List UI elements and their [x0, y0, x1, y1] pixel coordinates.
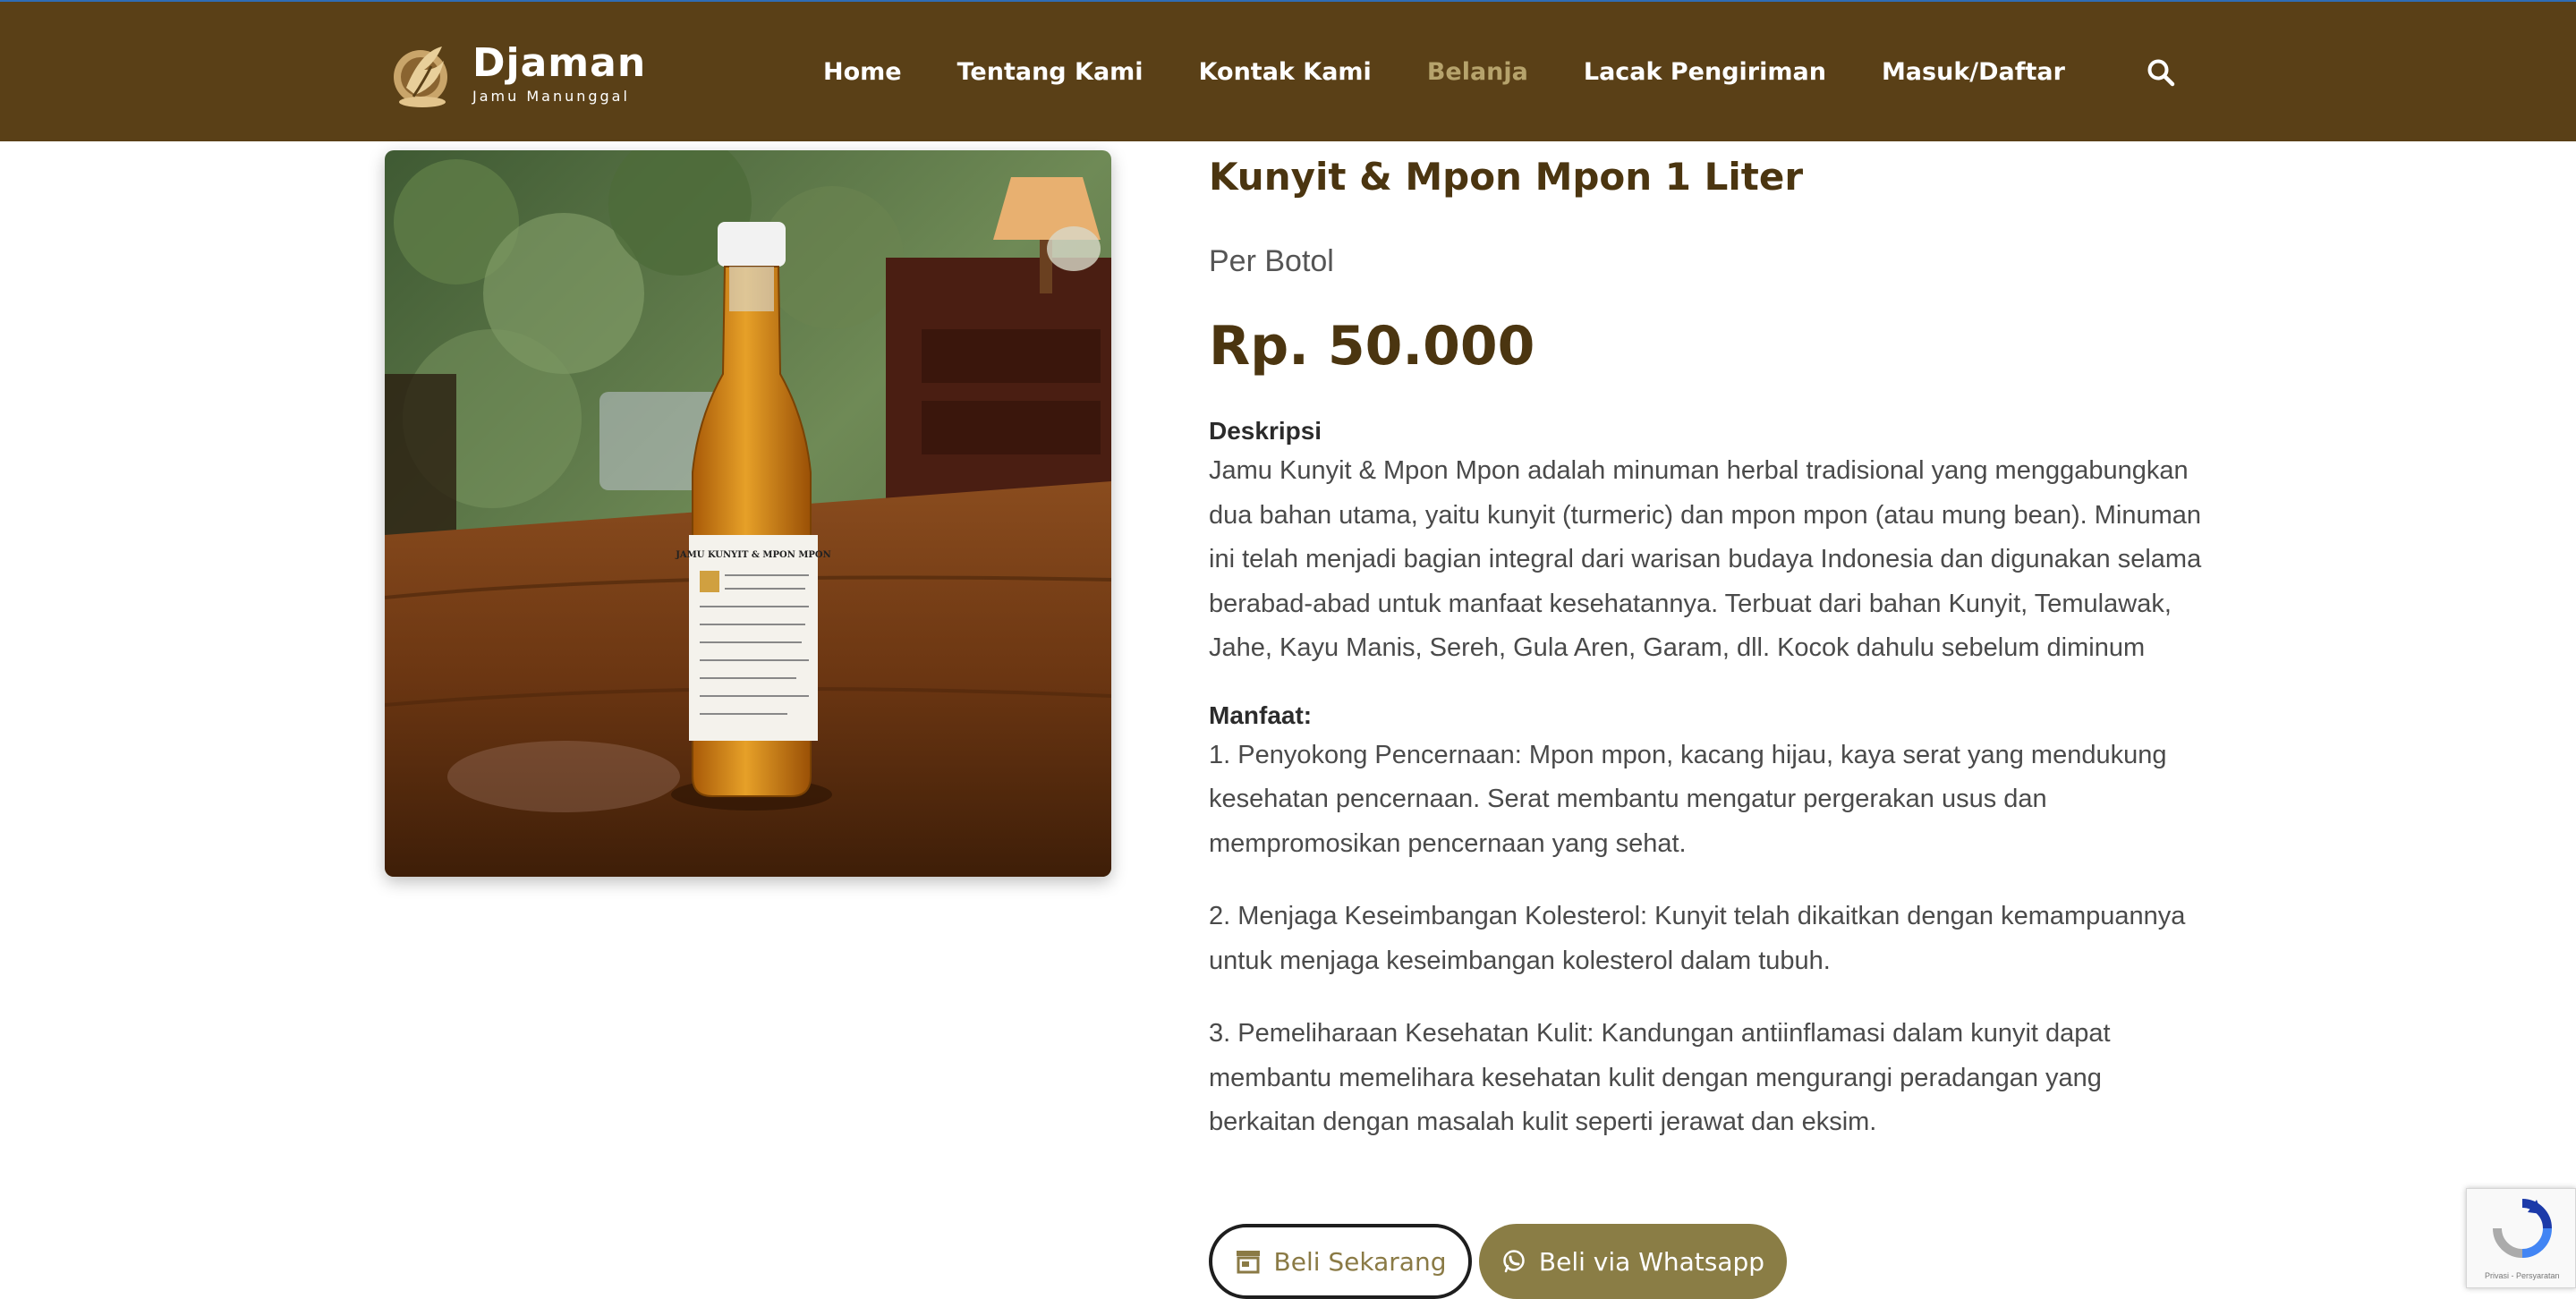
- brand-name: Djaman: [472, 39, 647, 86]
- nav-kontak-kami[interactable]: Kontak Kami: [1199, 50, 1372, 95]
- search-icon[interactable]: [2146, 57, 2176, 88]
- product-photo: JAMU KUNYIT & MPON MPON: [385, 150, 1111, 877]
- benefits-heading: Manfaat:: [1209, 700, 1313, 729]
- nav-lacak-pengiriman[interactable]: Lacak Pengiriman: [1584, 50, 1826, 95]
- product-image[interactable]: JAMU KUNYIT & MPON MPON: [385, 150, 1111, 877]
- benefit-item: 1. Penyokong Pencernaan: Mpon mpon, kaca…: [1209, 740, 2167, 858]
- buy-now-button[interactable]: Beli Sekarang: [1209, 1224, 1472, 1299]
- store-icon: [1236, 1251, 1260, 1274]
- buy-whatsapp-label: Beli via Whatsapp: [1538, 1246, 1765, 1277]
- product-info: Kunyit & Mpon Mpon 1 Liter Per Botol Rp.…: [1209, 152, 2202, 1145]
- main-nav: Home Tentang Kami Kontak Kami Belanja La…: [823, 50, 2121, 95]
- recaptcha-icon: [2493, 1199, 2552, 1258]
- recaptcha-badge[interactable]: Privasi - Persyaratan: [2466, 1188, 2576, 1288]
- nav-masuk-daftar[interactable]: Masuk/Daftar: [1882, 50, 2065, 95]
- product-title: Kunyit & Mpon Mpon 1 Liter: [1209, 155, 1804, 199]
- brand-logo[interactable]: Djaman Jamu Manunggal: [388, 34, 646, 111]
- site-header: Djaman Jamu Manunggal Home Tentang Kami …: [0, 0, 2576, 141]
- product-unit: Per Botol: [1209, 244, 1334, 278]
- buy-whatsapp-button[interactable]: Beli via Whatsapp: [1479, 1224, 1787, 1299]
- bottle-label-text: JAMU KUNYIT & MPON MPON: [675, 550, 831, 560]
- product-description: Jamu Kunyit & Mpon Mpon adalah minuman h…: [1209, 456, 2202, 662]
- buy-now-label: Beli Sekarang: [1273, 1246, 1447, 1277]
- product-price: Rp. 50.000: [1209, 315, 1535, 378]
- description-heading: Deskripsi: [1209, 417, 1322, 445]
- nav-belanja[interactable]: Belanja: [1427, 50, 1528, 95]
- brand-tagline: Jamu Manunggal: [472, 87, 630, 105]
- benefit-item: 2. Menjaga Keseimbangan Kolesterol: Kuny…: [1209, 902, 2186, 975]
- benefit-item: 3. Pemeliharaan Kesehatan Kulit: Kandung…: [1209, 1019, 2111, 1136]
- nav-tentang-kami[interactable]: Tentang Kami: [957, 50, 1143, 95]
- recaptcha-footer[interactable]: Privasi - Persyaratan: [2485, 1271, 2560, 1280]
- purchase-actions: Beli Sekarang Beli via Whatsapp: [1209, 1224, 1787, 1299]
- nav-home[interactable]: Home: [823, 50, 902, 95]
- whatsapp-icon: [1503, 1250, 1525, 1273]
- logo-emblem-icon: [394, 47, 447, 107]
